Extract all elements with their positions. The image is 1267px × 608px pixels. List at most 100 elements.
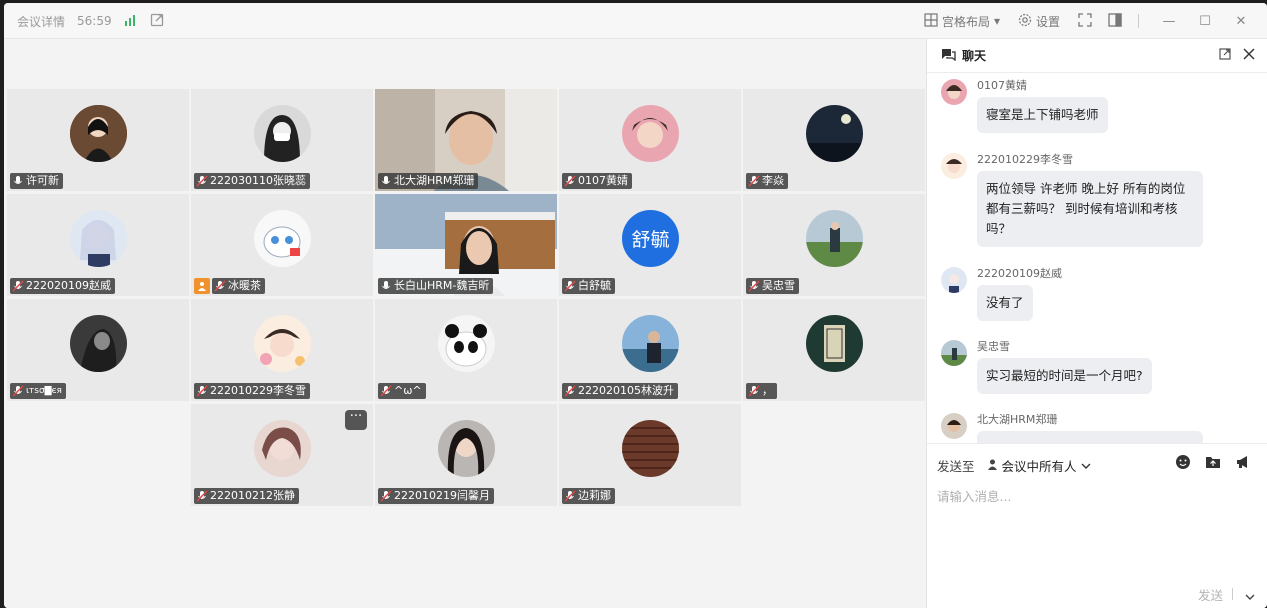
name-label: 222020109赵威: [10, 278, 115, 294]
mic-off-icon: [380, 490, 392, 502]
mic-off-icon: [214, 280, 226, 292]
message-composer: 发送至 会议中所有人 请输入消息... 发送: [927, 443, 1267, 608]
avatar: [622, 420, 679, 477]
sender-name: 0107黄婧: [977, 79, 1027, 92]
grid-layout-button[interactable]: 宫格布局 ▾: [924, 12, 1000, 30]
sender-name: 吴忠雪: [977, 340, 1010, 353]
avatar: [254, 210, 311, 267]
participant-tile[interactable]: ιтsσ▇єя: [7, 299, 189, 401]
send-to-selector[interactable]: 发送至 会议中所有人: [937, 456, 1091, 475]
chat-header: 聊天: [927, 39, 1267, 73]
name-label: 222010229李冬雪: [194, 383, 310, 399]
folder-icon[interactable]: [1205, 454, 1221, 473]
participant-tile[interactable]: 0107黄婧: [559, 89, 741, 191]
participant-tile[interactable]: 许可新: [7, 89, 189, 191]
participant-tile[interactable]: ，: [743, 299, 925, 401]
name-label: 边莉娜: [562, 488, 615, 504]
message-input[interactable]: 请输入消息...: [937, 486, 1011, 505]
video-tile[interactable]: 长白山HRM-魏吉昕: [375, 194, 557, 296]
meeting-window: 会议详情 56:59 宫格布局 ▾ 设置 — ☐ ✕ 许可新 222030110…: [4, 3, 1267, 608]
mic-on-icon: [380, 175, 392, 187]
message-bubble: 实习最短的时间是一个月吧?: [977, 358, 1152, 394]
name-label: 冰暖茶: [212, 278, 265, 294]
close-icon[interactable]: ✕: [1227, 14, 1255, 29]
announcement-icon[interactable]: [1235, 454, 1251, 473]
participant-tile[interactable]: 222010219闫馨月: [375, 404, 557, 506]
name-label: 李焱: [746, 173, 788, 189]
sender-avatar: [941, 153, 967, 179]
sender-name: 北大湖HRM郑珊: [977, 413, 1058, 426]
mic-on-icon: [380, 280, 392, 292]
name-label: 许可新: [10, 173, 63, 189]
name-label: ιтsσ▇єя: [10, 383, 66, 399]
more-options-button[interactable]: ···: [345, 410, 367, 430]
mic-off-icon: [748, 175, 760, 187]
participant-tile[interactable]: ^ω^: [375, 299, 557, 401]
name-label: 222010219闫馨月: [378, 488, 494, 504]
avatar: 舒毓: [622, 210, 679, 267]
grid-icon: [924, 12, 938, 30]
name-label: 北大湖HRM郑珊: [378, 173, 479, 189]
share-out-icon[interactable]: [150, 13, 164, 30]
send-options-chevron-icon[interactable]: [1245, 591, 1255, 604]
avatar: [622, 105, 679, 162]
minimize-icon[interactable]: —: [1155, 14, 1183, 29]
mic-off-icon: [196, 490, 208, 502]
mic-off-icon: [12, 385, 24, 397]
emoji-icon[interactable]: [1175, 454, 1191, 473]
name-label: 吴忠雪: [746, 278, 799, 294]
name-label: 长白山HRM-魏吉昕: [378, 278, 494, 294]
avatar: [70, 315, 127, 372]
mic-off-icon: [564, 490, 576, 502]
close-chat-icon[interactable]: [1243, 48, 1255, 63]
participant-tile[interactable]: 冰暖茶: [191, 194, 373, 296]
send-to-target: 会议中所有人: [1001, 459, 1077, 474]
title-bar: 会议详情 56:59 宫格布局 ▾ 设置 — ☐ ✕: [4, 3, 1267, 39]
mic-on-icon: [12, 175, 24, 187]
chat-panel: 聊天 0107黄婧 寝室是上下铺吗老师 222010229李冬雪 两位领导 许老…: [926, 39, 1267, 608]
participant-tile[interactable]: 222010229李冬雪: [191, 299, 373, 401]
video-grid: 许可新 222030110张晓蕊 北大湖HRM郑珊 0107黄婧 李焱 2220…: [4, 39, 926, 608]
fullscreen-icon[interactable]: [1078, 12, 1092, 30]
maximize-icon[interactable]: ☐: [1191, 14, 1219, 29]
mic-off-icon: [564, 280, 576, 292]
participant-tile[interactable]: 222030110张晓蕊: [191, 89, 373, 191]
person-icon: [987, 458, 998, 473]
sender-avatar: [941, 79, 967, 105]
participant-tile[interactable]: ··· 222010212张静: [191, 404, 373, 506]
pop-out-icon[interactable]: [1219, 48, 1231, 63]
name-label: 222020105林波升: [562, 383, 678, 399]
name-label: 222030110张晓蕊: [194, 173, 310, 189]
avatar: [70, 210, 127, 267]
message-bubble: 寝室是上下铺吗老师: [977, 97, 1108, 133]
sidebar-toggle-icon[interactable]: [1108, 12, 1122, 30]
send-to-label: 发送至: [937, 459, 975, 474]
message-list[interactable]: 0107黄婧 寝室是上下铺吗老师 222010229李冬雪 两位领导 许老师 晚…: [927, 73, 1267, 443]
participant-tile[interactable]: 舒毓 白舒毓: [559, 194, 741, 296]
mic-off-icon: [196, 385, 208, 397]
divider: [1232, 588, 1233, 600]
name-label: 0107黄婧: [562, 173, 632, 189]
meeting-details-link[interactable]: 会议详情: [17, 13, 65, 30]
participant-tile[interactable]: 边莉娜: [559, 404, 741, 506]
host-icon: [194, 278, 210, 294]
video-tile[interactable]: 北大湖HRM郑珊: [375, 89, 557, 191]
participant-tile[interactable]: 222020105林波升: [559, 299, 741, 401]
avatar: [254, 420, 311, 477]
participant-tile[interactable]: 吴忠雪: [743, 194, 925, 296]
settings-button[interactable]: 设置: [1018, 13, 1060, 30]
sender-avatar: [941, 267, 967, 293]
divider: [1138, 14, 1139, 28]
participant-tile[interactable]: 李焱: [743, 89, 925, 191]
send-button[interactable]: 发送: [1198, 585, 1223, 604]
signal-icon[interactable]: [124, 14, 138, 29]
gear-icon: [1018, 13, 1032, 30]
name-label: 222010212张静: [194, 488, 299, 504]
sender-avatar: [941, 340, 967, 366]
avatar: [622, 315, 679, 372]
participant-tile[interactable]: 222020109赵威: [7, 194, 189, 296]
mic-off-icon: [196, 175, 208, 187]
sender-name: 222010229李冬雪: [977, 153, 1073, 166]
mic-off-icon: [12, 280, 24, 292]
message-bubble: [977, 431, 1203, 443]
